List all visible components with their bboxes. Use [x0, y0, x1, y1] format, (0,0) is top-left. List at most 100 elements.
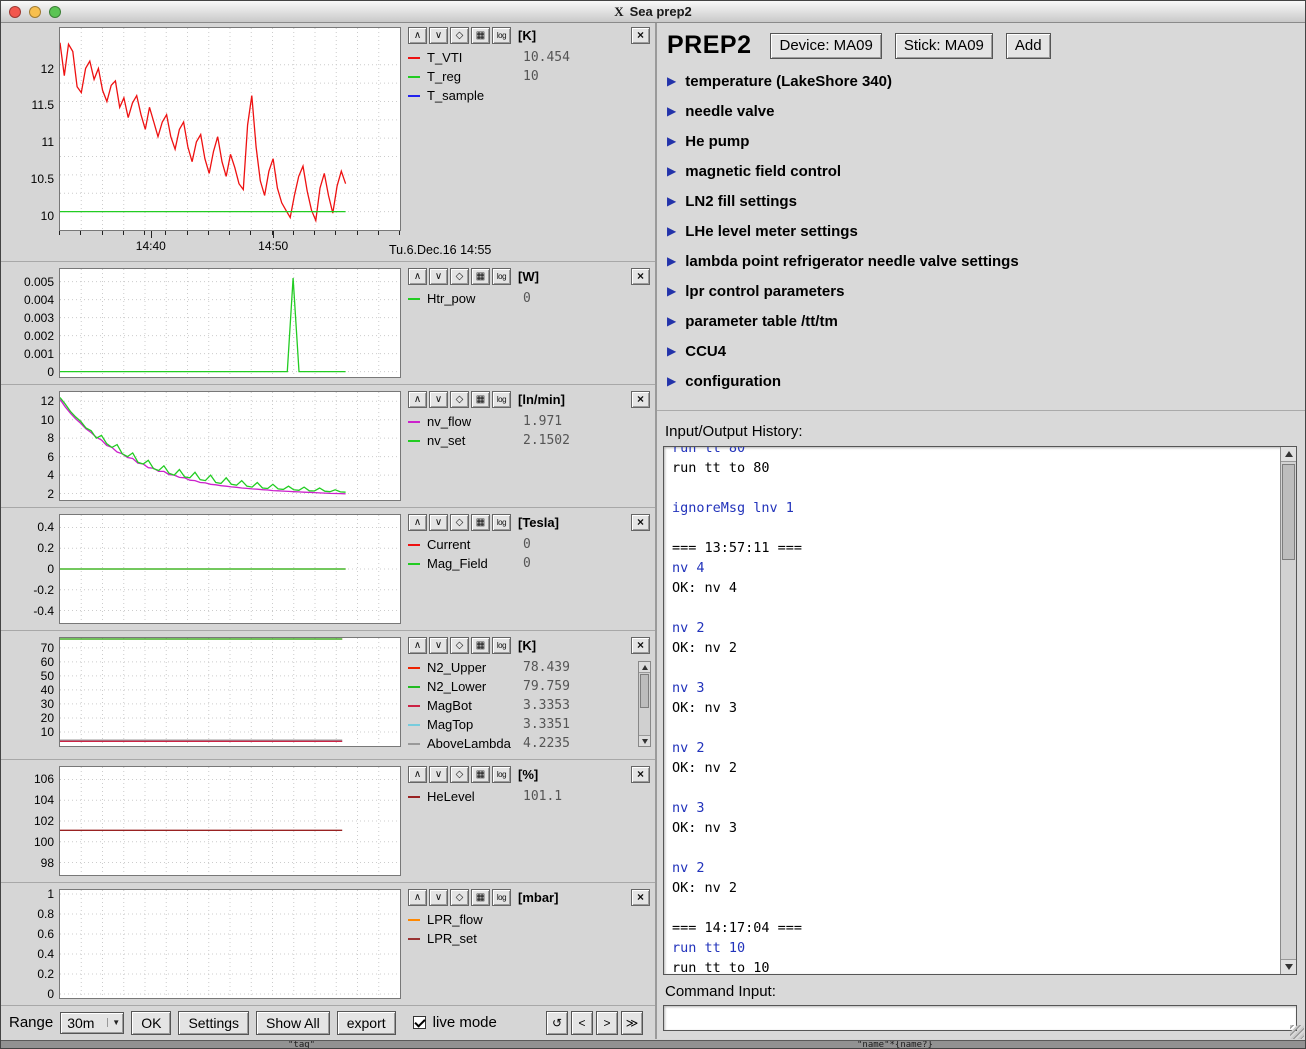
log-scale-button[interactable]: log	[492, 27, 511, 44]
export-button[interactable]: export	[337, 1011, 396, 1035]
autoscale-button[interactable]: ◇	[450, 27, 469, 44]
plot-canvas[interactable]	[59, 766, 401, 876]
close-plot-button[interactable]: ×	[631, 268, 650, 285]
section-parameter-table-tt-tm[interactable]: ▶parameter table /tt/tm	[657, 306, 1305, 336]
resize-grip[interactable]	[1290, 1025, 1304, 1039]
plots-panel: 1211.51110.51014:4014:50Tu.6.Dec.16 14:5…	[1, 23, 657, 1039]
plot-canvas[interactable]	[59, 268, 401, 378]
grid-toggle-button[interactable]: ▦	[471, 637, 490, 654]
command-line: nv 2	[672, 618, 1272, 638]
y-tick-label: 60	[41, 655, 54, 669]
log-scale-button[interactable]: log	[492, 889, 511, 906]
scale-down-button[interactable]: ∨	[429, 27, 448, 44]
autoscale-button[interactable]: ◇	[450, 391, 469, 408]
zoom-window-button[interactable]	[49, 6, 61, 18]
scale-down-button[interactable]: ∨	[429, 637, 448, 654]
close-plot-button[interactable]: ×	[631, 637, 650, 654]
scroll-down-icon[interactable]	[1281, 959, 1296, 974]
scale-up-button[interactable]: ∧	[408, 391, 427, 408]
legend-scrollbar[interactable]	[638, 661, 651, 747]
settings-button[interactable]: Settings	[178, 1011, 249, 1035]
section-lambda-point-refrigerator-needle-valve-settings[interactable]: ▶lambda point refrigerator needle valve …	[657, 246, 1305, 276]
page-right-button[interactable]: >	[596, 1011, 618, 1035]
autoscale-button[interactable]: ◇	[450, 637, 469, 654]
io-history-box[interactable]: run tt 80run tt to 80 ignoreMsg lnv 1 ==…	[663, 446, 1297, 975]
close-plot-button[interactable]: ×	[631, 889, 650, 906]
scale-up-button[interactable]: ∧	[408, 514, 427, 531]
close-plot-button[interactable]: ×	[631, 27, 650, 44]
autoscale-button[interactable]: ◇	[450, 889, 469, 906]
log-scale-button[interactable]: log	[492, 514, 511, 531]
ok-button[interactable]: OK	[131, 1011, 171, 1035]
plot-row-4: 0.40.20-0.2-0.4∧∨◇▦log[Tesla]×Current0Ma…	[1, 508, 655, 631]
grid-toggle-button[interactable]: ▦	[471, 514, 490, 531]
title-bar[interactable]: X Sea prep2	[1, 1, 1305, 23]
page-left-button[interactable]: <	[571, 1011, 593, 1035]
grid-toggle-button[interactable]: ▦	[471, 268, 490, 285]
grid-toggle-button[interactable]: ▦	[471, 766, 490, 783]
command-line: ignoreMsg lnv 1	[672, 498, 1272, 518]
scrollbar-thumb[interactable]	[640, 674, 649, 708]
scrollbar-thumb[interactable]	[1282, 464, 1295, 560]
autoscale-button[interactable]: ◇	[450, 514, 469, 531]
scale-up-button[interactable]: ∧	[408, 268, 427, 285]
scale-up-button[interactable]: ∧	[408, 889, 427, 906]
scale-up-button[interactable]: ∧	[408, 766, 427, 783]
io-history-scrollbar[interactable]	[1280, 447, 1296, 974]
jump-to-end-button[interactable]: ≫	[621, 1011, 643, 1035]
command-input[interactable]	[663, 1005, 1297, 1031]
scale-down-button[interactable]: ∨	[429, 268, 448, 285]
show-all-button[interactable]: Show All	[256, 1011, 330, 1035]
scroll-up-icon[interactable]	[1281, 447, 1296, 462]
plot-canvas[interactable]	[59, 27, 401, 231]
section-he-pump[interactable]: ▶He pump	[657, 126, 1305, 156]
scale-up-button[interactable]: ∧	[408, 27, 427, 44]
section-lpr-control-parameters[interactable]: ▶lpr control parameters	[657, 276, 1305, 306]
section-configuration[interactable]: ▶configuration	[657, 366, 1305, 396]
scroll-up-icon[interactable]	[639, 662, 650, 673]
log-scale-button[interactable]: log	[492, 268, 511, 285]
live-mode-checkbox[interactable]	[413, 1016, 426, 1029]
scale-down-button[interactable]: ∨	[429, 889, 448, 906]
device-button[interactable]: Device: MA09	[770, 33, 881, 59]
app-window: X Sea prep2 1211.51110.51014:4014:50Tu.6…	[0, 0, 1306, 1049]
section-ccu4[interactable]: ▶CCU4	[657, 336, 1305, 366]
log-scale-button[interactable]: log	[492, 766, 511, 783]
close-window-button[interactable]	[9, 6, 21, 18]
plot-controls: ∧∨◇▦log[Tesla]×	[408, 514, 650, 531]
series-name: Htr_pow	[427, 291, 523, 306]
grid-toggle-button[interactable]: ▦	[471, 889, 490, 906]
log-scale-button[interactable]: log	[492, 637, 511, 654]
scale-down-button[interactable]: ∨	[429, 766, 448, 783]
range-select[interactable]: 30m ▼	[60, 1012, 124, 1034]
scale-down-button[interactable]: ∨	[429, 391, 448, 408]
plot-row-2: 0.0050.0040.0030.0020.0010∧∨◇▦log[W]×Htr…	[1, 262, 655, 385]
close-plot-button[interactable]: ×	[631, 391, 650, 408]
plot-canvas[interactable]	[59, 637, 401, 747]
minimize-window-button[interactable]	[29, 6, 41, 18]
section-magnetic-field-control[interactable]: ▶magnetic field control	[657, 156, 1305, 186]
grid-toggle-button[interactable]: ▦	[471, 27, 490, 44]
close-plot-button[interactable]: ×	[631, 766, 650, 783]
plot-legend: ∧∨◇▦log[mbar]×LPR_flowLPR_set	[401, 889, 655, 999]
plot-canvas[interactable]	[59, 391, 401, 501]
close-plot-button[interactable]: ×	[631, 514, 650, 531]
section-needle-valve[interactable]: ▶needle valve	[657, 96, 1305, 126]
grid-toggle-button[interactable]: ▦	[471, 391, 490, 408]
series-name: MagBot	[427, 698, 523, 713]
reload-button[interactable]: ↺	[546, 1011, 568, 1035]
autoscale-button[interactable]: ◇	[450, 766, 469, 783]
add-button[interactable]: Add	[1006, 33, 1051, 59]
scroll-down-icon[interactable]	[639, 735, 650, 746]
scale-up-button[interactable]: ∧	[408, 637, 427, 654]
section-temperature-lakeshore-340[interactable]: ▶temperature (LakeShore 340)	[657, 66, 1305, 96]
plot-canvas[interactable]	[59, 889, 401, 999]
scale-down-button[interactable]: ∨	[429, 514, 448, 531]
stick-button[interactable]: Stick: MA09	[895, 33, 993, 59]
io-history-text[interactable]: run tt 80run tt to 80 ignoreMsg lnv 1 ==…	[664, 446, 1280, 974]
log-scale-button[interactable]: log	[492, 391, 511, 408]
plot-canvas[interactable]	[59, 514, 401, 624]
section-lhe-level-meter-settings[interactable]: ▶LHe level meter settings	[657, 216, 1305, 246]
autoscale-button[interactable]: ◇	[450, 268, 469, 285]
section-ln2-fill-settings[interactable]: ▶LN2 fill settings	[657, 186, 1305, 216]
